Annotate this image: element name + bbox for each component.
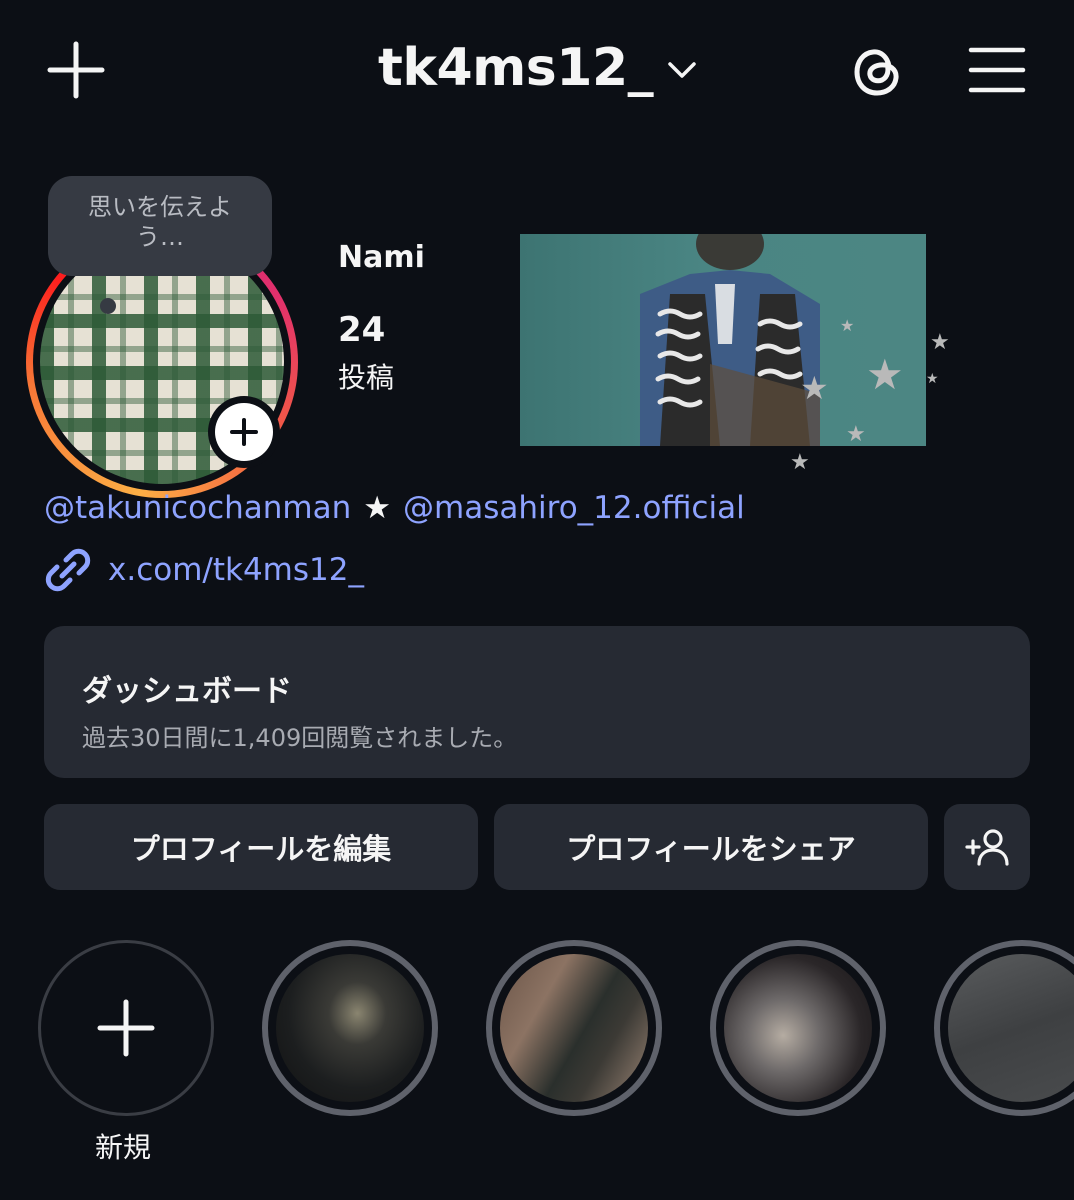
share-profile-label: プロフィールをシェア xyxy=(566,832,856,866)
highlight-cover xyxy=(500,954,648,1102)
chevron-down-icon xyxy=(668,62,696,78)
username: tk4ms12_ xyxy=(378,38,654,98)
star-decoration: ★ xyxy=(790,450,810,475)
new-highlight-button[interactable] xyxy=(38,940,214,1116)
highlight-item[interactable] xyxy=(262,940,438,1116)
note-bubble[interactable]: 思いを伝えよう… xyxy=(48,176,272,276)
bio-separator: ★ xyxy=(363,490,392,526)
new-highlight-label: 新規 xyxy=(95,1131,152,1164)
add-person-icon xyxy=(965,829,1009,866)
highlight-cover xyxy=(948,954,1074,1102)
link-icon xyxy=(45,548,91,592)
profile-link[interactable]: x.com/tk4ms12_ xyxy=(44,546,364,594)
star-decoration: ★ xyxy=(840,316,855,335)
star-decoration: ★ xyxy=(800,369,829,407)
account-switcher[interactable]: tk4ms12_ xyxy=(378,38,654,98)
highlight-item[interactable] xyxy=(710,940,886,1116)
highlight-item[interactable] xyxy=(934,940,1074,1116)
bio-mention-link[interactable]: @takunicochanman xyxy=(44,490,351,526)
star-decoration: ★ xyxy=(926,371,939,387)
note-text: 思いを伝えよう… xyxy=(88,193,232,251)
plus-icon xyxy=(97,999,155,1057)
post-count[interactable]: 24 xyxy=(338,310,385,350)
dashboard-title: ダッシュボード xyxy=(82,674,292,709)
plus-icon xyxy=(47,41,105,99)
profile-photo-banner xyxy=(520,234,926,446)
edit-profile-button[interactable]: プロフィールを編集 xyxy=(44,804,478,890)
discover-people-button[interactable] xyxy=(944,804,1030,890)
menu-icon xyxy=(968,47,1026,93)
display-name: Nami xyxy=(338,240,425,275)
bio-mention-link[interactable]: @masahiro_12.official xyxy=(403,490,745,526)
menu-button[interactable] xyxy=(966,42,1028,98)
profile-link-text[interactable]: x.com/tk4ms12_ xyxy=(108,552,364,588)
threads-icon xyxy=(854,49,899,96)
star-decoration: ★ xyxy=(846,422,866,447)
highlight-cover xyxy=(724,954,872,1102)
threads-button[interactable] xyxy=(846,40,908,102)
edit-profile-label: プロフィールを編集 xyxy=(130,832,392,866)
note-bubble-tail xyxy=(100,298,116,314)
plus-icon xyxy=(230,418,258,446)
create-button[interactable] xyxy=(44,38,108,102)
dashboard-card[interactable]: ダッシュボード 過去30日間に1,409回閲覧されました。 xyxy=(44,626,1030,778)
highlight-item[interactable] xyxy=(486,940,662,1116)
post-count-label[interactable]: 投稿 xyxy=(338,356,394,396)
share-profile-button[interactable]: プロフィールをシェア xyxy=(494,804,928,890)
banner-image xyxy=(640,234,820,446)
account-switcher-chevron[interactable] xyxy=(664,56,700,84)
dashboard-subtitle: 過去30日間に1,409回閲覧されました。 xyxy=(82,724,518,752)
star-decoration: ★ xyxy=(930,330,950,355)
star-decoration: ★ xyxy=(866,350,904,399)
highlight-cover xyxy=(276,954,424,1102)
add-story-button[interactable] xyxy=(208,396,280,468)
bio: @takunicochanman ★ @masahiro_12.official xyxy=(44,490,745,526)
